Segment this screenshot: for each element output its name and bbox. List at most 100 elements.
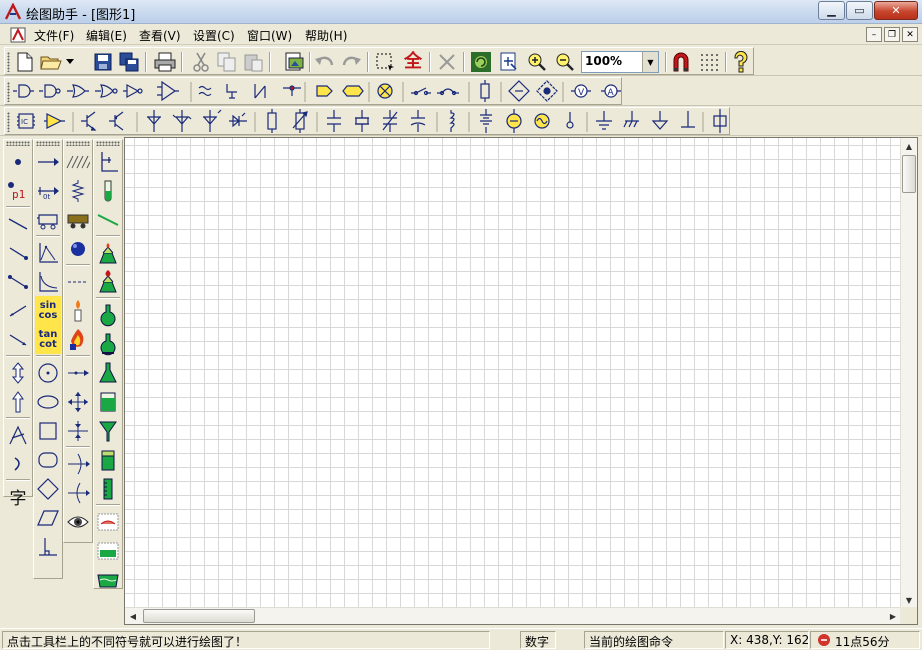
select-button[interactable] <box>373 51 397 73</box>
menu-settings[interactable]: 设置(C) <box>193 27 235 44</box>
parallelogram-tool-button[interactable] <box>34 503 62 532</box>
zoom-out-button[interactable] <box>553 51 577 73</box>
undo-button[interactable] <box>313 51 337 73</box>
zoom-fit-button[interactable] <box>497 51 521 73</box>
menu-window[interactable]: 窗口(W) <box>247 27 292 44</box>
basin-tool-button[interactable] <box>94 565 122 594</box>
palette-grip[interactable] <box>66 141 90 146</box>
doc-close-button[interactable]: ✕ <box>902 27 918 42</box>
arc-tool-button[interactable] <box>4 449 32 478</box>
candle-tool-button[interactable] <box>64 296 92 325</box>
glass-rod-tool-button[interactable] <box>94 205 122 234</box>
open-button[interactable] <box>39 51 63 73</box>
dashed-line-tool-button[interactable] <box>64 267 92 296</box>
tan-cot-tool-button[interactable]: tan cot <box>35 325 61 354</box>
title-bar[interactable]: 绘图助手 - [图形1] ▁ ▭ ✕ <box>0 0 922 24</box>
gas-jar-tool-button[interactable] <box>94 445 122 474</box>
funnel-tool-button[interactable] <box>94 416 122 445</box>
paste-button[interactable] <box>241 51 265 73</box>
doc-minimize-button[interactable]: – <box>866 27 882 42</box>
force-arrow-tool-button[interactable] <box>64 358 92 387</box>
erlenmeyer-tool-button[interactable] <box>94 358 122 387</box>
menu-help[interactable]: 帮助(H) <box>305 27 347 44</box>
ellipse-tool-button[interactable] <box>34 387 62 416</box>
sin-cos-tool-button[interactable]: sin cos <box>35 296 61 325</box>
import-button[interactable] <box>283 51 307 73</box>
round-flask-tool-button[interactable] <box>94 300 122 329</box>
delete-button[interactable] <box>435 51 459 73</box>
burner-lit-tool-button[interactable] <box>94 267 122 296</box>
select-all-button[interactable]: 全 <box>401 51 425 73</box>
save-button[interactable] <box>91 51 115 73</box>
drawing-canvas-grid[interactable] <box>125 138 901 608</box>
scroll-up-button[interactable]: ▲ <box>901 138 917 154</box>
palette-grip[interactable] <box>36 141 60 146</box>
magnet-button[interactable] <box>669 51 693 73</box>
document-icon[interactable] <box>10 27 26 43</box>
help-button[interactable] <box>729 51 753 73</box>
perpendicular-tool-button[interactable] <box>34 532 62 561</box>
point-tool-button[interactable] <box>4 147 32 176</box>
lens-concave-tool-button[interactable] <box>64 478 92 507</box>
doc-restore-button[interactable]: ❐ <box>884 27 900 42</box>
print-button[interactable] <box>153 51 177 73</box>
close-button[interactable]: ✕ <box>874 1 918 20</box>
flat-flask-tool-button[interactable] <box>94 329 122 358</box>
save-all-button[interactable] <box>117 51 141 73</box>
axes-curve-tool-button[interactable] <box>34 238 62 267</box>
vertical-scroll-thumb[interactable] <box>902 155 916 193</box>
segment-tool-button[interactable] <box>4 267 32 296</box>
water-trough-tool-button[interactable] <box>94 536 122 565</box>
menu-edit[interactable]: 编辑(E) <box>86 27 127 44</box>
new-button[interactable] <box>13 51 37 73</box>
ray-tool-button[interactable] <box>4 296 32 325</box>
double-ray-tool-button[interactable] <box>4 325 32 354</box>
cylinder-tool-button[interactable] <box>94 474 122 503</box>
minimize-button[interactable]: ▁ <box>818 1 845 20</box>
compress-arrows-tool-button[interactable] <box>64 416 92 445</box>
labeled-point-tool-button[interactable]: p1 <box>4 176 32 205</box>
vertical-scrollbar[interactable]: ▲ ▼ <box>900 138 917 608</box>
velocity-vector-tool-button[interactable]: 0t <box>34 176 62 205</box>
rounded-rect-tool-button[interactable] <box>34 445 62 474</box>
up-arrow-tool-button[interactable] <box>4 387 32 416</box>
refresh-button[interactable] <box>469 51 493 73</box>
surface-hatch-tool-button[interactable] <box>64 147 92 176</box>
stand-tool-button[interactable] <box>94 147 122 176</box>
menu-file[interactable]: 文件(F) <box>34 27 74 44</box>
redo-button[interactable] <box>339 51 363 73</box>
eye-tool-button[interactable] <box>64 507 92 536</box>
zoom-dropdown-button[interactable]: ▼ <box>642 52 658 72</box>
trolley-tool-button[interactable] <box>64 205 92 234</box>
burner-flame-tool-button[interactable] <box>64 325 92 354</box>
diamond-tool-button[interactable] <box>34 474 62 503</box>
line-tool-button[interactable] <box>4 209 32 238</box>
copy-button[interactable] <box>215 51 239 73</box>
cut-button[interactable] <box>189 51 213 73</box>
scroll-down-button[interactable]: ▼ <box>901 592 917 608</box>
scroll-left-button[interactable]: ◀ <box>125 608 141 624</box>
horizontal-scrollbar[interactable]: ◀ ▶ <box>125 607 901 624</box>
cart-tool-button[interactable] <box>34 205 62 234</box>
test-tube-tool-button[interactable] <box>94 176 122 205</box>
beaker-tool-button[interactable] <box>94 387 122 416</box>
lens-convex-tool-button[interactable] <box>64 449 92 478</box>
line-end-point-tool-button[interactable] <box>4 238 32 267</box>
circle-center-tool-button[interactable] <box>34 358 62 387</box>
double-arrow-tool-button[interactable] <box>4 358 32 387</box>
zoom-in-button[interactable] <box>525 51 549 73</box>
axes-decay-tool-button[interactable] <box>34 267 62 296</box>
palette-grip[interactable] <box>96 141 120 146</box>
grid-toggle-button[interactable] <box>697 51 721 73</box>
palette-grip[interactable] <box>6 141 30 146</box>
menu-view[interactable]: 查看(V) <box>139 27 181 44</box>
scroll-right-button[interactable]: ▶ <box>885 608 901 624</box>
maximize-button[interactable]: ▭ <box>846 1 873 20</box>
vector-tool-button[interactable] <box>34 147 62 176</box>
text-tool-button[interactable]: 字 <box>4 482 32 511</box>
evaporating-dish-tool-button[interactable] <box>94 507 122 536</box>
open-dropdown-button[interactable] <box>63 51 77 73</box>
zoom-select[interactable]: 100% ▼ <box>581 51 659 73</box>
cross-arrows-tool-button[interactable] <box>64 387 92 416</box>
angle-tool-button[interactable] <box>4 420 32 449</box>
